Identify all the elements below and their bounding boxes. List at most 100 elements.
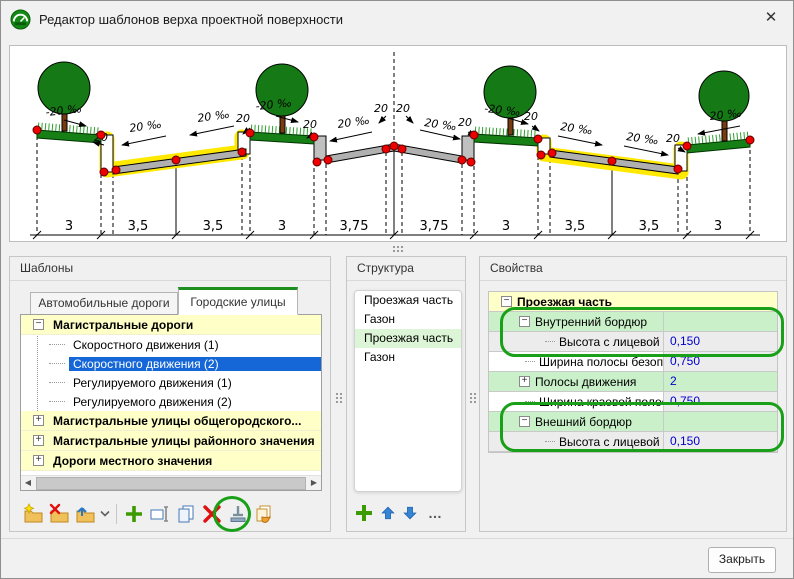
svg-text:20 ‰: 20 ‰ [560, 120, 594, 137]
tree-group-dorogi-mestnogo[interactable]: + Дороги местного значения [21, 451, 321, 471]
properties-panel-title: Свойства [480, 257, 786, 281]
collapse-icon[interactable]: − [501, 296, 512, 307]
list-item-selected[interactable]: Проезжая часть [355, 329, 461, 348]
svg-text:20: 20 [396, 102, 410, 115]
tree-group-magistralnye-dorogi[interactable]: − Магистральные дороги [21, 315, 321, 335]
svg-text:3,75: 3,75 [340, 219, 369, 234]
property-row-shirina-polosy-bezopasnosti[interactable]: Ширина полосы безопасности, м 0,750 [489, 352, 777, 372]
property-row-proezzhaya-chast[interactable]: − Проезжая часть [489, 292, 777, 312]
svg-text:3,5: 3,5 [203, 219, 224, 234]
apply-template-icon[interactable] [225, 501, 251, 527]
collapse-icon[interactable]: − [33, 319, 44, 330]
svg-text:20: 20 [458, 116, 472, 129]
copy-icon[interactable] [173, 501, 199, 527]
svg-text:3,5: 3,5 [565, 219, 586, 234]
tree-item-skorostnogo-1[interactable]: Скоростного движения (1) [21, 335, 321, 354]
properties-panel: Свойства − Проезжая часть − Внутренний б… [479, 256, 787, 532]
svg-text:20: 20 [374, 102, 388, 115]
app-icon [10, 9, 31, 30]
svg-text:20: 20 [524, 110, 538, 123]
expand-icon[interactable]: + [33, 455, 44, 466]
property-value[interactable]: 0,150 [664, 332, 777, 351]
tree-item-skorostnogo-2-selected[interactable]: Скоростного движения (2) [21, 354, 321, 373]
svg-text:3: 3 [714, 219, 722, 234]
expand-icon[interactable]: + [519, 376, 530, 387]
property-row-shirina-kraevoj-polosy[interactable]: Ширина краевой полосы, м 0,750 [489, 392, 777, 412]
scrollbar-thumb[interactable] [36, 477, 306, 490]
scroll-right-icon[interactable]: ▶ [307, 476, 321, 490]
add-icon[interactable] [354, 503, 374, 523]
cross-section-drawing: 3 3,5 3,5 3 3,75 3,75 3 3,5 3,5 3 [10, 46, 786, 241]
structure-panel: Структура Проезжая часть Газон Проезжая … [346, 256, 466, 532]
tree-item-reguliruemogo-2[interactable]: Регулируемого движения (2) [21, 392, 321, 411]
add-icon[interactable] [121, 501, 147, 527]
close-button[interactable]: Закрыть [708, 547, 776, 573]
new-folder-icon[interactable] [20, 501, 46, 527]
list-item[interactable]: Проезжая часть [355, 291, 461, 310]
svg-text:3,5: 3,5 [639, 219, 660, 234]
rename-icon[interactable] [147, 501, 173, 527]
property-row-vnutrennij-bordyur[interactable]: − Внутренний бордюр [489, 312, 777, 332]
property-grid: − Проезжая часть − Внутренний бордюр Выс… [488, 291, 778, 453]
collapse-icon[interactable]: − [519, 316, 530, 327]
property-row-vysota-licevoj-2[interactable]: Высота с лицевой стороны, м 0,150 [489, 432, 777, 452]
svg-text:3: 3 [65, 219, 73, 234]
delete-icon[interactable] [199, 501, 225, 527]
structure-toolbar: … [354, 499, 460, 527]
delete-folder-icon[interactable] [46, 501, 72, 527]
tab-gorodskie-ulicy[interactable]: Городские улицы [178, 287, 298, 315]
tree-icon [484, 66, 536, 135]
property-value[interactable] [664, 312, 777, 331]
footer-separator [1, 538, 793, 539]
horizontal-splitter-handle[interactable] [393, 246, 395, 248]
templates-tree: − Магистральные дороги Скоростного движе… [20, 314, 322, 491]
tab-avtomobilnye-dorogi[interactable]: Автомобильные дороги [30, 292, 178, 315]
templates-panel: Шаблоны Автомобильные дороги Городские у… [9, 256, 331, 532]
tree-horizontal-scrollbar[interactable]: ◀ ▶ [21, 475, 321, 490]
property-value[interactable]: 0,750 [664, 352, 777, 371]
vertical-splitter-handle[interactable] [336, 393, 338, 395]
svg-text:3: 3 [502, 219, 510, 234]
close-icon[interactable]: ✕ [749, 1, 793, 35]
property-value[interactable]: 2 [664, 372, 777, 391]
scroll-left-icon[interactable]: ◀ [21, 476, 35, 490]
template-editor-window: Редактор шаблонов верха проектной поверх… [0, 0, 794, 579]
cross-section-canvas[interactable]: 3 3,5 3,5 3 3,75 3,75 3 3,5 3,5 3 [9, 45, 787, 242]
property-value[interactable] [664, 412, 777, 431]
svg-text:-20 ‰: -20 ‰ [484, 102, 521, 119]
property-value[interactable]: 0,150 [664, 432, 777, 451]
more-icon[interactable]: … [428, 505, 443, 521]
svg-text:-20 ‰: -20 ‰ [45, 102, 82, 119]
expand-icon[interactable]: + [33, 435, 44, 446]
dropdown-chevron-icon[interactable] [98, 501, 112, 527]
list-item[interactable]: Газон [355, 310, 461, 329]
templates-panel-title: Шаблоны [10, 257, 330, 281]
paste-template-icon[interactable] [251, 501, 277, 527]
tree-group-ulicy-obshchegorodskogo[interactable]: + Магистральные улицы общегородского... [21, 411, 321, 431]
folder-up-icon[interactable] [72, 501, 98, 527]
svg-text:20: 20 [303, 118, 317, 131]
structure-list: Проезжая часть Газон Проезжая часть Газо… [354, 290, 462, 492]
property-row-vysota-licevoj-1[interactable]: Высота с лицевой стороны, м 0,150 [489, 332, 777, 352]
svg-text:20 ‰: 20 ‰ [197, 108, 231, 125]
structure-panel-title: Структура [347, 257, 465, 281]
toolbar-separator [116, 504, 117, 524]
collapse-icon[interactable]: − [519, 416, 530, 427]
vertical-splitter-handle[interactable] [470, 393, 472, 395]
svg-text:3: 3 [278, 219, 286, 234]
svg-text:20 ‰: 20 ‰ [626, 130, 660, 147]
tree-group-ulicy-rajonnogo[interactable]: + Магистральные улицы районного значения [21, 431, 321, 451]
property-row-vneshnij-bordyur[interactable]: − Внешний бордюр [489, 412, 777, 432]
move-down-icon[interactable] [402, 505, 418, 521]
expand-icon[interactable]: + [33, 415, 44, 426]
title-bar: Редактор шаблонов верха проектной поверх… [1, 1, 793, 39]
move-up-icon[interactable] [380, 505, 396, 521]
svg-text:3,5: 3,5 [128, 219, 149, 234]
svg-text:20 ‰: 20 ‰ [709, 107, 743, 123]
window-title: Редактор шаблонов верха проектной поверх… [39, 12, 343, 27]
list-item[interactable]: Газон [355, 348, 461, 367]
svg-text:20 ‰: 20 ‰ [337, 114, 371, 131]
tree-item-reguliruemogo-1[interactable]: Регулируемого движения (1) [21, 373, 321, 392]
property-value[interactable]: 0,750 [664, 392, 777, 411]
property-row-polosy-dvizheniya[interactable]: + Полосы движения 2 [489, 372, 777, 392]
